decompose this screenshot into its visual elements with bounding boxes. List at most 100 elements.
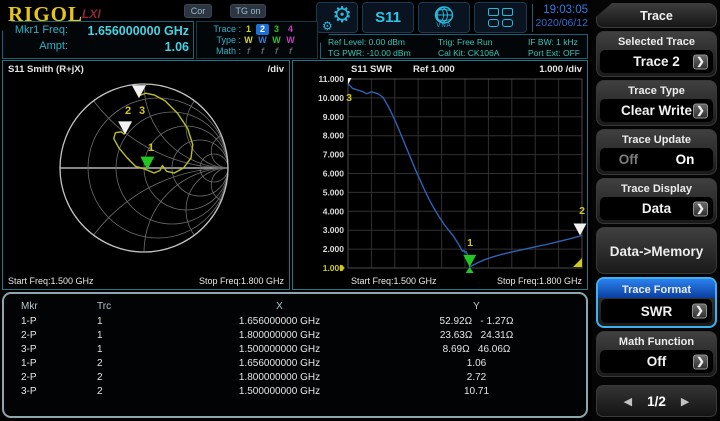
four-windows-icon xyxy=(488,8,513,27)
swr-y-tick: 9.000 xyxy=(323,112,345,122)
col-x: X xyxy=(192,301,367,312)
swr-ref-label: Ref 1.000 xyxy=(413,64,455,75)
swr-marker-2[interactable] xyxy=(574,223,587,235)
swr-y-tick: 5.000 xyxy=(323,187,345,197)
swr-title: S11 SWR xyxy=(351,64,392,75)
chevron-right-icon: ❯ xyxy=(693,103,708,118)
trace-numbers: 1234 xyxy=(241,24,297,35)
swr-y-tick: 8.000 xyxy=(323,131,345,141)
menu-item-value: SWR xyxy=(641,304,673,319)
menu-item-label: Data->Memory xyxy=(597,242,716,259)
trace-indicator-3: 3 xyxy=(270,24,283,35)
vna-mode-button[interactable]: VNA xyxy=(418,2,470,33)
trace-math-4: f xyxy=(284,46,297,57)
trace-types: WWWW xyxy=(241,35,297,46)
trace-type-4: W xyxy=(284,35,297,46)
trace-type-2: W xyxy=(256,35,269,46)
trace-status-box: Trace :1234 Type :WWWW Math :ffff xyxy=(196,21,318,59)
tracking-gen-status-badge: TG on xyxy=(230,4,266,18)
menu-item-math-function[interactable]: Math FunctionOff❯ xyxy=(596,331,717,377)
menu-item-label: Selected Trace xyxy=(597,32,716,49)
page-prev-icon[interactable]: ◀ xyxy=(624,395,632,408)
swr-scale-label: 1.000 /div xyxy=(539,64,582,75)
correction-status-badge: Cor xyxy=(184,4,212,18)
lxi-logo: LXI xyxy=(82,7,101,21)
swr-stop-freq: Stop Freq:1.800 GHz xyxy=(497,276,582,286)
status-port-ext: Port Ext: OFF xyxy=(528,48,587,59)
status-cal-kit: Cal Kit: CK106A xyxy=(438,48,528,59)
marker-table-row: 3-P21.500000000 GHz10.71 xyxy=(4,384,586,398)
trace-math-3: f xyxy=(270,46,283,57)
smith-chart: 123 xyxy=(3,61,291,289)
trace-math-2: f xyxy=(256,46,269,57)
swr-y-tick: 6.000 xyxy=(323,169,345,179)
swr-y-tick: 2.000 xyxy=(323,244,345,254)
menu-item-trace-update[interactable]: Trace Update Off On xyxy=(596,129,717,175)
swr-marker-label-3: 3 xyxy=(346,92,352,104)
gear-icon: ⚙⚙ xyxy=(322,5,352,31)
menu-item-label: Trace Type xyxy=(597,81,716,98)
menu-item-data-memory[interactable]: Data->Memory xyxy=(596,227,717,274)
menu-item-selected-trace[interactable]: Selected TraceTrace 2❯ xyxy=(596,31,717,77)
col-y: Y xyxy=(367,301,586,312)
chevron-right-icon: ❯ xyxy=(692,304,707,319)
window-layout-button[interactable] xyxy=(474,2,527,33)
status-ref-level: Ref Level: 0.00 dBm xyxy=(328,37,438,48)
status-if-bw: IF BW: 1 kHz xyxy=(528,37,587,48)
mkr1-freq-value: 1.656000000 GHz xyxy=(71,24,189,40)
trace-row-label: Trace : xyxy=(201,24,241,35)
trace-indicator-4: 4 xyxy=(284,24,297,35)
menu-item-label: Trace Format xyxy=(598,279,715,298)
smith-marker-label-1: 1 xyxy=(148,142,154,154)
system-settings-button[interactable]: ⚙⚙ xyxy=(316,2,358,33)
swr-y-tick: 3.000 xyxy=(323,225,345,235)
chevron-right-icon: ❯ xyxy=(693,354,708,369)
trace-indicator-2: 2 xyxy=(256,24,269,35)
menu-item-label: Trace Update xyxy=(597,130,716,147)
menu-item-value: Data xyxy=(642,201,671,216)
vna-globe-icon xyxy=(431,6,457,24)
smith-marker-3[interactable] xyxy=(132,85,146,98)
menu-item-label: Trace Display xyxy=(597,179,716,196)
swr-chart-panel: 11.00010.0009.0008.0007.0006.0005.0004.0… xyxy=(292,60,588,290)
swr-y-tick: 11.000 xyxy=(318,74,344,84)
swr-start-freq: Start Freq:1.500 GHz xyxy=(351,276,437,286)
time-text: 19:03:05 xyxy=(524,4,588,17)
marker-table-row: 1-P21.656000000 GHz1.06 xyxy=(4,356,586,370)
page-number: 1/2 xyxy=(647,394,666,409)
menu-item-trace-display[interactable]: Trace DisplayData❯ xyxy=(596,178,717,224)
menu-item-value: Off xyxy=(647,354,667,369)
trace-maths: ffff xyxy=(241,46,297,57)
smith-marker-label-2: 2 xyxy=(125,105,131,117)
menu-item-value: Clear Write xyxy=(621,103,692,118)
menu-item-trace-type[interactable]: Trace Type Clear Write❯ xyxy=(596,80,717,126)
smith-scale-label: /div xyxy=(268,64,284,75)
trace-math-1: f xyxy=(242,46,255,57)
marker-table-row: 1-P11.656000000 GHz52.92Ω - 1.27Ω xyxy=(4,314,586,328)
softkey-menu: Trace Selected Trace Trace 2 ❯ Trace Type Cl… xyxy=(592,0,720,421)
s-parameter-button[interactable]: S11 xyxy=(362,2,414,33)
marker-table-row: 2-P11.800000000 GHz23.63Ω 24.31Ω xyxy=(4,328,586,342)
menu-title: Trace xyxy=(596,3,717,28)
clock: 19:03:05 2020/06/12 xyxy=(524,4,588,30)
marker-table-row: 2-P21.800000000 GHz2.72 xyxy=(4,370,586,384)
vna-screen: RIGOL LXI Cor TG on ⚙⚙ S11 VNA 19:03:05 … xyxy=(0,0,720,421)
toggle-off-option[interactable]: Off xyxy=(619,152,639,167)
instrument-status-box: Ref Level: 0.00 dBmTrig: Free RunIF BW: … xyxy=(320,34,588,59)
marker-table: Mkr Trc X Y 1-P11.656000000 GHz52.92Ω - … xyxy=(2,292,588,418)
trace-type-1: W xyxy=(242,35,255,46)
marker-table-header: Mkr Trc X Y xyxy=(4,298,586,314)
col-mkr: Mkr xyxy=(4,301,92,312)
swr-y-tick: 10.000 xyxy=(318,93,344,103)
menu-page-control[interactable]: ◀ 1/2 ▶ xyxy=(596,385,717,417)
smith-stop-freq: Stop Freq:1.800 GHz xyxy=(199,276,284,286)
marker-table-row: 3-P11.500000000 GHz8.69Ω 46.06Ω xyxy=(4,342,586,356)
page-next-icon[interactable]: ▶ xyxy=(681,395,689,408)
mkr1-ampt-label: Ampt: xyxy=(7,40,71,56)
toggle-on-option[interactable]: On xyxy=(676,152,695,167)
menu-item-trace-format[interactable]: Trace Format SWR ❯ xyxy=(596,277,717,328)
menu-item-value: Trace 2 xyxy=(633,54,680,69)
col-trc: Trc xyxy=(92,301,192,312)
mkr1-ampt-value: 1.06 xyxy=(71,40,189,56)
trace-type-3: W xyxy=(270,35,283,46)
